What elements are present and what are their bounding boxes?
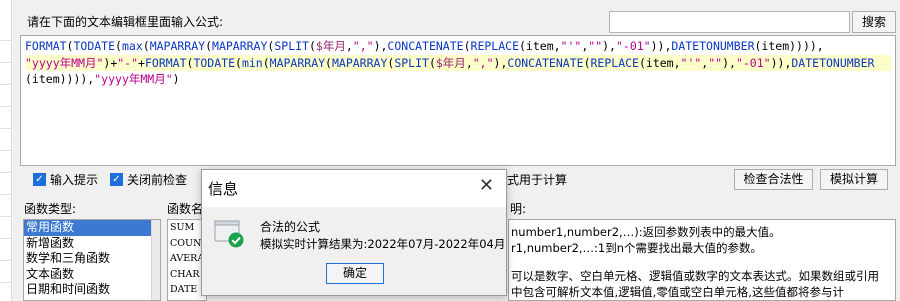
description-line: 中包含可解析文本值,逻辑值,零值或空白单元格,这些值都将参与计 bbox=[511, 285, 844, 299]
formula-token: "yyyy年MM月" bbox=[25, 55, 104, 70]
description-line: number1,number2,…):返回参数列表中的最大值。 bbox=[511, 225, 781, 239]
formula-token: "" bbox=[588, 39, 603, 53]
function-type-item[interactable]: 新增函数 bbox=[24, 236, 160, 252]
dialog-result: 模拟实时计算结果为:2022年07月-2022年04月 bbox=[260, 237, 506, 251]
function-type-label: 函数类型: bbox=[24, 202, 77, 216]
formula-token: MAPARRAY bbox=[269, 55, 326, 70]
formula-token: )+ bbox=[103, 55, 118, 70]
formula-token: $年月 bbox=[315, 39, 346, 53]
formula-token: "'" bbox=[680, 55, 702, 70]
formula-token: ( bbox=[142, 39, 150, 53]
description-label: 明: bbox=[510, 202, 527, 216]
formula-token: "," bbox=[472, 55, 494, 70]
formula-token: ( bbox=[583, 55, 591, 70]
background-sheet-strip bbox=[0, 0, 12, 301]
formula-token: ( bbox=[308, 39, 316, 53]
formula-token: SPLIT bbox=[394, 55, 429, 70]
formula-token: DATETONUMBER bbox=[791, 55, 875, 70]
function-type-item[interactable]: 数学和三角函数 bbox=[24, 251, 160, 267]
check-validity-button[interactable]: 检查合法性 bbox=[734, 169, 813, 190]
ok-button[interactable]: 确定 bbox=[326, 263, 384, 284]
simulate-button[interactable]: 模拟计算 bbox=[820, 169, 888, 190]
formula-token: TODATE bbox=[193, 55, 235, 70]
formula-token: max bbox=[121, 39, 143, 53]
formula-token: )) bbox=[770, 55, 785, 70]
formula-token: , bbox=[345, 39, 353, 53]
formula-token: (item, bbox=[638, 55, 681, 70]
formula-token: DATETONUMBER bbox=[671, 39, 755, 53]
function-type-list[interactable]: 常用函数 新增函数 数学和三角函数 文本函数 日期和时间函数 bbox=[23, 219, 161, 301]
formula-token: (item, bbox=[519, 39, 561, 53]
check-before-close-label: 关闭前检查 bbox=[127, 173, 188, 187]
checkbox-checked-icon[interactable]: ✓ bbox=[110, 173, 123, 186]
formula-token: ( bbox=[262, 55, 270, 70]
formula-token: (item)))), bbox=[25, 72, 95, 86]
description-line: 可以是数字、空白单元格、逻辑值或数字的文本表达式。如果数组或引用 bbox=[511, 269, 879, 283]
info-dialog: 信息 ✕ 合法的公式 模拟实时计算结果为:2022年07月-2022年04月 确… bbox=[201, 169, 507, 296]
description-line: r1,number2,…:1到n个需要找出最大值的参数。 bbox=[511, 241, 763, 255]
formula-token: ( bbox=[205, 39, 213, 53]
type-list-scrollbar[interactable] bbox=[151, 220, 160, 300]
formula-success-icon bbox=[214, 220, 244, 248]
formula-token: CONCATENATE bbox=[387, 39, 464, 53]
formula-token: ( bbox=[235, 55, 242, 70]
formula-editor[interactable]: FORMAT(TODATE(max(MAPARRAY(MAPARRAY(SPLI… bbox=[20, 35, 896, 166]
formula-token: MAPARRAY bbox=[149, 39, 206, 53]
formula-token: ), bbox=[722, 55, 736, 70]
formula-token: )) bbox=[650, 39, 665, 53]
use-for-calc-label: 式用于计算 bbox=[507, 173, 568, 187]
formula-line: "yyyy年MM月")+"-"+FORMAT(TODATE(min(MAPARR… bbox=[25, 54, 891, 71]
formula-token: , bbox=[465, 55, 473, 70]
formula-token: REPLACE bbox=[590, 55, 639, 70]
formula-token: ( bbox=[325, 55, 332, 70]
formula-token: CONCATENATE bbox=[507, 55, 584, 70]
formula-token: MAPARRAY bbox=[331, 55, 388, 70]
formula-token: REPLACE bbox=[470, 39, 519, 53]
function-description: number1,number2,…):返回参数列表中的最大值。 r1,numbe… bbox=[508, 219, 896, 301]
check-before-close-option[interactable]: ✓ 关闭前检查 bbox=[110, 171, 187, 188]
function-type-item[interactable]: 日期和时间函数 bbox=[24, 282, 160, 298]
formula-token: $年月 bbox=[435, 55, 466, 70]
input-hint-label: 输入提示 bbox=[50, 173, 99, 187]
dialog-title: 信息 bbox=[208, 180, 239, 198]
dialog-body: 合法的公式 模拟实时计算结果为:2022年07月-2022年04月 确定 bbox=[202, 207, 506, 295]
formula-token: TODATE bbox=[73, 39, 116, 53]
formula-token: + bbox=[138, 55, 145, 70]
function-type-item[interactable]: 常用函数 bbox=[24, 220, 160, 236]
formula-token: "-01" bbox=[735, 55, 771, 70]
formula-token: MAPARRAY bbox=[212, 39, 268, 53]
search-input[interactable] bbox=[609, 11, 850, 33]
input-hint-option[interactable]: ✓ 输入提示 bbox=[33, 171, 98, 188]
formula-token: SPLIT bbox=[274, 39, 309, 53]
formula-token: FORMAT bbox=[144, 55, 187, 70]
formula-token: ( bbox=[428, 55, 436, 70]
formula-token: min bbox=[241, 55, 263, 70]
formula-token: (item)))), bbox=[754, 39, 824, 53]
formula-token: "" bbox=[708, 55, 723, 70]
formula-prompt-label: 请在下面的文本编辑框里面输入公式: bbox=[27, 15, 224, 29]
dialog-message: 合法的公式 bbox=[260, 220, 321, 234]
formula-token: "yyyy年MM月" bbox=[94, 72, 173, 86]
formula-token: "'" bbox=[560, 39, 582, 53]
formula-line: FORMAT(TODATE(max(MAPARRAY(MAPARRAY(SPLI… bbox=[25, 38, 891, 55]
formula-line: (item)))),"yyyy年MM月") bbox=[25, 71, 891, 88]
formula-token: "," bbox=[352, 39, 374, 53]
formula-token: ), bbox=[493, 55, 508, 70]
checkbox-checked-icon[interactable]: ✓ bbox=[33, 173, 46, 186]
formula-token: ) bbox=[172, 72, 180, 86]
formula-token: "-01" bbox=[615, 39, 651, 53]
formula-token: ( bbox=[115, 39, 122, 53]
close-icon[interactable]: ✕ bbox=[479, 176, 494, 196]
formula-token: ), bbox=[373, 39, 388, 53]
search-button[interactable]: 搜索 bbox=[852, 11, 896, 33]
formula-token: FORMAT bbox=[25, 39, 67, 53]
formula-token: ), bbox=[602, 39, 616, 53]
function-type-item[interactable]: 文本函数 bbox=[24, 267, 160, 283]
function-name-label: 函数名 bbox=[167, 202, 204, 216]
formula-token: "-" bbox=[117, 55, 139, 70]
formula-token: ( bbox=[463, 39, 471, 53]
